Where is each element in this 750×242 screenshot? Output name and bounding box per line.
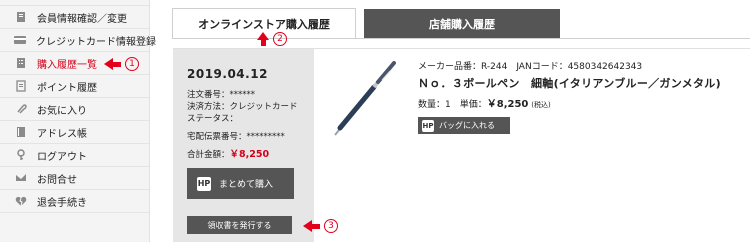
sidebar-item-contact[interactable]: お問合せ [0, 167, 149, 190]
credit-card-icon [14, 33, 27, 47]
order-total: 合計金額：￥8,250 [187, 146, 314, 160]
total-label: 合計金額： [187, 150, 230, 160]
mail-icon [14, 171, 28, 185]
annotation-arrow-1: 1 [104, 57, 139, 71]
sidebar-item-points[interactable]: ポイント履歴 [0, 75, 149, 98]
sidebar-item-favorites[interactable]: お気に入り [0, 98, 149, 121]
sidebar-item-label: クレジットカード情報登録 [36, 36, 156, 48]
bulk-purchase-button[interactable]: HP まとめて購入 [187, 168, 294, 199]
issue-receipt-button[interactable]: 領収書を発行する [187, 216, 292, 234]
broken-heart-icon [14, 194, 28, 208]
key-icon [14, 148, 28, 162]
sidebar-item-label: 退会手続き [37, 197, 87, 209]
annotation-number-1: 1 [125, 57, 139, 71]
sidebar-item-credit-card[interactable]: クレジットカード情報登録 [0, 29, 156, 52]
sidebar-item-withdraw[interactable]: 退会手続き [0, 190, 149, 213]
sidebar-item-member-info[interactable]: 会員情報確認／変更 [0, 6, 149, 29]
add-to-bag-label: バッグに入れる [439, 121, 495, 130]
paperclip-icon [14, 102, 28, 116]
tax-note: (税込) [531, 101, 551, 109]
product-quantity-price: 数量：1 単価：￥8,250 (税込) [418, 95, 551, 110]
tab-store-history[interactable]: 店舗購入履歴 [364, 9, 560, 38]
receipt-icon [14, 56, 28, 70]
product-name[interactable]: Ｎｏ．３ボールペン 細軸(イタリアンブルー／ガンメタル) [418, 75, 721, 91]
annotation-arrow-3: 3 [303, 219, 338, 233]
total-amount: ￥8,250 [229, 149, 270, 160]
add-to-bag-button[interactable]: HP バッグに入れる [418, 117, 510, 134]
sidebar: 会員情報確認／変更 クレジットカード情報登録 購入履歴一覧 1 ポイント履歴 お… [0, 0, 156, 242]
sidebar-item-label: ポイント履歴 [37, 82, 97, 94]
order-number: 注文番号：****** [187, 90, 256, 100]
order-status: ステータス： [187, 114, 239, 124]
sidebar-item-purchase-history[interactable]: 購入履歴一覧 1 [0, 52, 149, 75]
sidebar-item-label: 会員情報確認／変更 [37, 13, 127, 25]
hp-logo-icon: HP [422, 119, 434, 132]
sidebar-item-label: お気に入り [37, 105, 87, 117]
sidebar-item-label: アドレス帳 [37, 128, 87, 140]
document-icon [14, 10, 28, 24]
product-image[interactable] [330, 58, 400, 138]
bulk-purchase-label: まとめて購入 [219, 180, 274, 190]
tracking-number: 宅配伝票番号：********* [187, 132, 285, 142]
annotation-number-2: 2 [273, 32, 287, 46]
annotation-arrow-2: 2 [257, 32, 287, 46]
payment-method: 決済方法：クレジットカード [187, 102, 298, 112]
unit-price: ￥8,250 [486, 99, 529, 110]
sidebar-item-label: お問合せ [37, 174, 77, 186]
list-icon [14, 79, 28, 93]
quantity-price-label: 数量：1 単価： [418, 100, 487, 110]
order-date: 2019.04.12 [187, 67, 268, 81]
book-icon [14, 125, 28, 139]
sidebar-item-logout[interactable]: ログアウト [0, 144, 149, 167]
annotation-number-3: 3 [324, 219, 338, 233]
sidebar-item-label: ログアウト [37, 151, 87, 163]
sidebar-item-address-book[interactable]: アドレス帳 [0, 121, 149, 144]
product-meta: メーカー品番：R-244 JANコード：4580342642343 [418, 62, 643, 72]
hp-logo-icon: HP [197, 176, 211, 191]
sidebar-item-label: 購入履歴一覧 [37, 59, 97, 71]
order-summary: 2019.04.12 注文番号：****** 決済方法：クレジットカード ステー… [173, 49, 314, 242]
